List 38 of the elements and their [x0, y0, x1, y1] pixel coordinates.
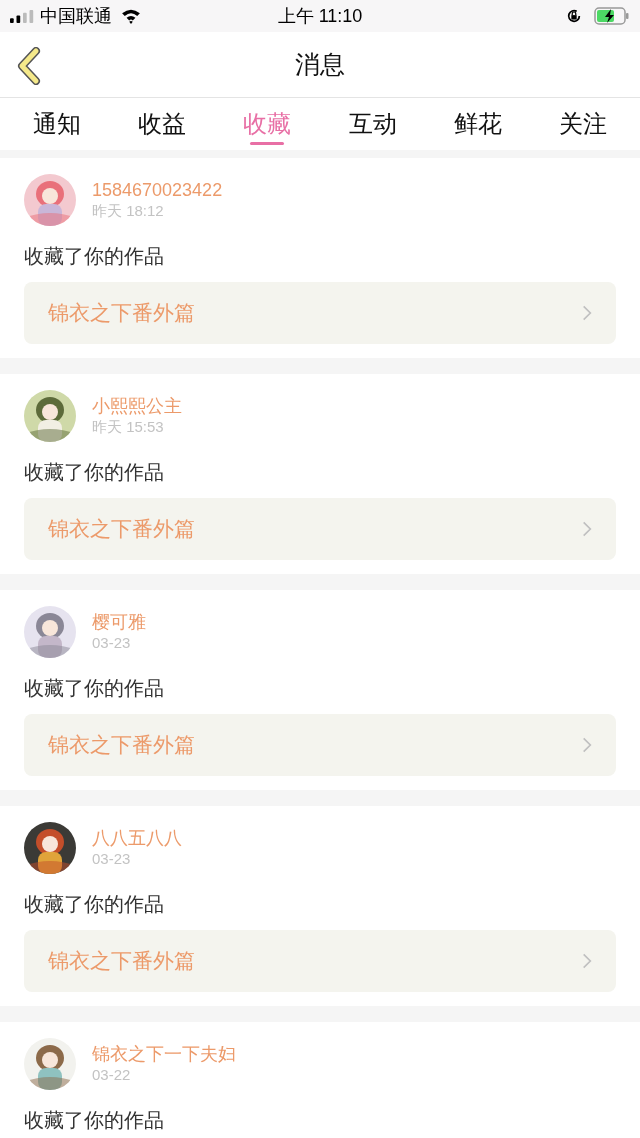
- message-text: 收藏了你的作品: [24, 676, 165, 701]
- work-link[interactable]: 锦衣之下番外篇: [24, 714, 616, 776]
- work-link[interactable]: 锦衣之下番外篇: [24, 930, 616, 992]
- wifi-icon: [120, 8, 142, 24]
- timestamp: 03-23: [92, 633, 132, 653]
- tab[interactable]: 鲜花: [425, 98, 531, 150]
- timestamp: 03-23: [92, 849, 132, 869]
- rotation-lock-icon: [566, 8, 582, 24]
- message-text: 收藏了你的作品: [24, 460, 165, 485]
- chevron-right-icon: [582, 736, 592, 754]
- tab[interactable]: 互动: [320, 98, 426, 150]
- timestamp: 昨天 15:53: [92, 417, 165, 437]
- username[interactable]: 八八五八八: [92, 827, 182, 849]
- tab[interactable]: 收益: [109, 98, 215, 150]
- message-text: 收藏了你的作品: [24, 892, 165, 917]
- signal-icon: [10, 9, 36, 23]
- message-text: 收藏了你的作品: [24, 1108, 165, 1133]
- chevron-right-icon: [582, 520, 592, 538]
- clock: 上午 11:10: [277, 4, 363, 28]
- timestamp: 昨天 18:12: [92, 201, 165, 221]
- chevron-right-icon: [582, 304, 592, 322]
- work-link[interactable]: 锦衣之下番外篇: [24, 498, 616, 560]
- carrier-name: 中国联通: [40, 4, 112, 28]
- timestamp: 03-22: [92, 1065, 132, 1085]
- page-title: 消息: [295, 48, 345, 80]
- message-text: 收藏了你的作品: [24, 244, 165, 269]
- username[interactable]: 樱可雅: [92, 611, 146, 633]
- chevron-left-icon: [16, 47, 42, 85]
- tab[interactable]: 收藏: [214, 98, 320, 150]
- tab[interactable]: 关注: [530, 98, 636, 150]
- battery-icon: [594, 7, 630, 25]
- work-link[interactable]: 锦衣之下番外篇: [24, 282, 616, 344]
- username[interactable]: 锦衣之下一下夫妇: [92, 1043, 236, 1065]
- chevron-right-icon: [582, 952, 592, 970]
- username[interactable]: 1584670023422: [92, 179, 223, 201]
- username[interactable]: 小熙熙公主: [92, 395, 182, 417]
- tab-indicator: [250, 142, 285, 145]
- tab[interactable]: 通知: [4, 98, 110, 150]
